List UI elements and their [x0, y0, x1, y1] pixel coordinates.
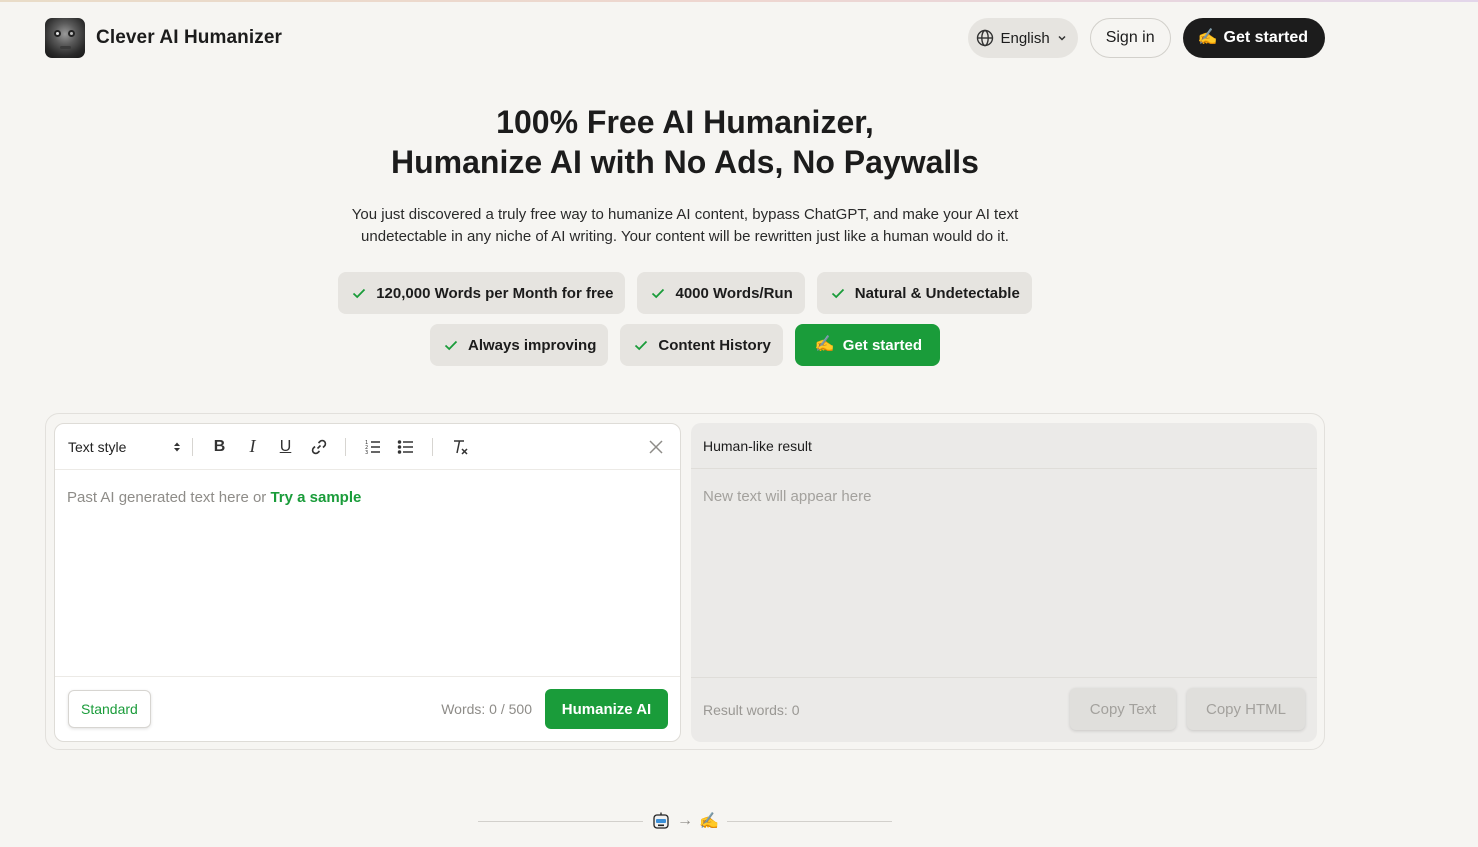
sign-in-button[interactable]: Sign in	[1089, 18, 1171, 58]
text-style-select[interactable]: Text style	[68, 439, 182, 455]
humanizer-card: Text style B I U 1 2 3 Past AI generated…	[45, 413, 1325, 750]
divider-line-right	[726, 820, 893, 822]
underline-button[interactable]: U	[269, 432, 302, 462]
check-icon	[350, 284, 368, 302]
feature-chips-row-2: Always improving Content History ✍️ Get …	[0, 324, 1370, 366]
site-header: Clever AI Humanizer English Sign in ✍️ G…	[45, 18, 1325, 58]
check-icon	[632, 336, 650, 354]
hero-subtitle-line-2: undetectable in any niche of AI writing.…	[361, 228, 1009, 245]
feature-chip-label: Content History	[658, 336, 771, 354]
italic-icon: I	[249, 436, 256, 456]
top-accent-rule	[0, 0, 1478, 2]
input-placeholder: Past AI generated text here or	[67, 489, 267, 506]
hero-subtitle: You just discovered a truly free way to …	[0, 204, 1370, 248]
toolbar-divider	[432, 437, 433, 456]
ordered-list-icon: 1 2 3	[364, 438, 382, 456]
result-placeholder: New text will appear here	[703, 488, 872, 505]
get-started-button-hero[interactable]: ✍️ Get started	[794, 324, 940, 366]
feature-chip-label: Always improving	[468, 336, 597, 354]
ordered-list-button[interactable]: 1 2 3	[356, 432, 389, 462]
robot-icon	[651, 811, 671, 831]
result-pane: Human-like result New text will appear h…	[691, 423, 1317, 742]
brand-logo	[45, 18, 85, 58]
hero-title-line-2: Humanize AI with No Ads, No Paywalls	[391, 144, 979, 180]
link-button[interactable]	[302, 432, 335, 462]
chevron-down-icon	[1056, 32, 1068, 44]
result-title: Human-like result	[691, 423, 1317, 469]
get-started-cta-label: Get started	[842, 336, 922, 354]
clear-format-button[interactable]	[443, 432, 476, 462]
copy-text-button[interactable]: Copy Text	[1070, 688, 1176, 730]
brand[interactable]: Clever AI Humanizer	[45, 18, 282, 58]
header-actions: English Sign in ✍️ Get started	[968, 18, 1325, 58]
bold-button[interactable]: B	[203, 432, 236, 462]
hero-title: 100% Free AI Humanizer, Humanize AI with…	[0, 102, 1370, 182]
feature-chip-label: Natural & Undetectable	[854, 284, 1020, 302]
writing-hand-icon: ✍️	[814, 336, 835, 353]
try-sample-link[interactable]: Try a sample	[270, 489, 361, 506]
underline-icon: U	[279, 437, 292, 455]
clear-format-icon	[451, 438, 469, 456]
feature-chip: Natural & Undetectable	[816, 272, 1032, 314]
result-footer: Result words: 0 Copy Text Copy HTML	[691, 677, 1317, 742]
get-started-label: Get started	[1223, 29, 1308, 46]
editor-toolbar: Text style B I U 1 2 3	[55, 424, 680, 470]
bold-icon: B	[213, 437, 226, 455]
check-icon	[649, 284, 667, 302]
feature-chip-label: 120,000 Words per Month for free	[376, 284, 614, 302]
feature-chips-row-1: 120,000 Words per Month for free 4000 Wo…	[0, 272, 1370, 314]
mode-selector-button[interactable]: Standard	[68, 690, 151, 728]
logo-mouth	[60, 46, 71, 49]
globe-icon	[976, 29, 994, 47]
word-count: Words: 0 / 500	[441, 701, 532, 717]
clear-input-button[interactable]	[645, 436, 667, 458]
section-divider: → ✍️	[478, 810, 893, 832]
divider-line-left	[478, 820, 644, 822]
hero-subtitle-line-1: You just discovered a truly free way to …	[351, 206, 1019, 223]
feature-chip-label: 4000 Words/Run	[675, 284, 793, 302]
check-icon	[442, 336, 460, 354]
hero-title-line-1: 100% Free AI Humanizer,	[496, 104, 874, 140]
input-footer: Standard Words: 0 / 500 Humanize AI	[55, 676, 680, 741]
bullet-list-button[interactable]	[389, 432, 422, 462]
arrow-right-icon: →	[677, 812, 694, 829]
feature-chip: Always improving	[430, 324, 609, 366]
toolbar-divider	[192, 437, 193, 456]
writing-hand-icon: ✍️	[1197, 29, 1218, 46]
feature-chip: 120,000 Words per Month for free	[338, 272, 626, 314]
language-selector[interactable]: English	[968, 18, 1078, 58]
get-started-button-header[interactable]: ✍️ Get started	[1182, 18, 1325, 58]
humanize-ai-button[interactable]: Humanize AI	[545, 689, 668, 729]
feature-chip: Content History	[620, 324, 783, 366]
input-pane: Text style B I U 1 2 3 Past AI generated…	[54, 423, 681, 742]
svg-text:3: 3	[365, 450, 368, 456]
writing-hand-icon: ✍️	[699, 813, 719, 830]
logo-eye-right	[68, 30, 75, 37]
italic-button[interactable]: I	[236, 432, 269, 462]
check-icon	[829, 284, 847, 302]
logo-eye-left	[54, 30, 61, 37]
bullet-list-icon	[397, 438, 415, 456]
close-icon	[648, 439, 664, 455]
text-style-label: Text style	[68, 438, 127, 455]
sort-arrows-icon	[172, 441, 182, 453]
feature-chip: 4000 Words/Run	[637, 272, 805, 314]
input-editor[interactable]: Past AI generated text here or Try a sam…	[67, 489, 361, 506]
transition-icons: → ✍️	[643, 811, 727, 831]
result-word-count: Result words: 0	[703, 702, 800, 718]
toolbar-divider	[345, 437, 346, 456]
link-icon	[310, 438, 328, 456]
copy-html-button[interactable]: Copy HTML	[1187, 688, 1305, 730]
language-label: English	[1000, 29, 1050, 47]
brand-name: Clever AI Humanizer	[96, 27, 282, 48]
